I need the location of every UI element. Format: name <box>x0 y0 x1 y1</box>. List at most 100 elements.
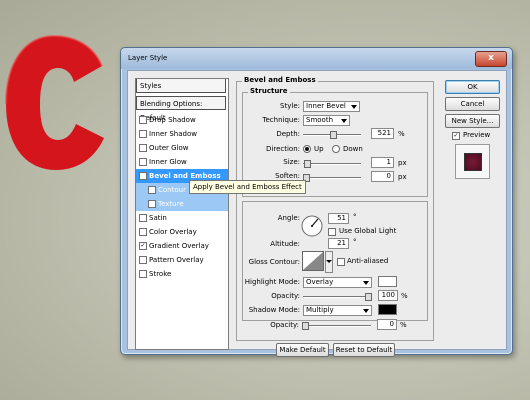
chevron-down-icon <box>351 105 357 109</box>
style-item-satin[interactable]: Satin <box>136 211 228 225</box>
antialiased-checkbox[interactable] <box>337 258 345 266</box>
direction-up-label: Up <box>314 145 324 153</box>
bevel-and-emboss-checkbox[interactable]: ✓ <box>139 172 147 180</box>
soften-input[interactable]: 0 <box>371 171 394 182</box>
highlight-opacity-thumb[interactable] <box>365 293 372 301</box>
highlight-opacity-slider[interactable] <box>303 293 372 301</box>
size-slider-thumb[interactable] <box>304 160 311 168</box>
preview-swatch <box>464 153 482 171</box>
new-style-button[interactable]: New Style... <box>445 114 500 128</box>
preview-thumbnail <box>455 144 490 179</box>
technique-value: Smooth <box>306 116 334 124</box>
shadow-mode-label: Shadow Mode: <box>248 306 300 314</box>
drop-shadow-checkbox[interactable] <box>139 116 147 124</box>
technique-select[interactable]: Smooth <box>303 115 350 126</box>
chevron-down-icon <box>326 260 332 263</box>
shadow-opacity-thumb[interactable] <box>302 322 309 330</box>
reset-to-default-button[interactable]: Reset to Default <box>333 343 395 357</box>
size-label: Size: <box>283 158 300 166</box>
style-item-gradient-overlay[interactable]: ✓ Gradient Overlay <box>136 239 228 253</box>
style-item-texture[interactable]: Texture <box>136 197 228 211</box>
shadow-mode-value: Multiply <box>306 306 334 314</box>
style-label: Style: <box>280 102 300 110</box>
altitude-label: Altitude: <box>270 240 300 248</box>
shadow-opacity-input[interactable]: 0 <box>377 319 397 330</box>
layer-style-dialog: Layer Style x Styles Blending Options: D… <box>120 47 513 357</box>
highlight-mode-select[interactable]: Overlay <box>303 277 372 288</box>
direction-up-radio[interactable] <box>303 145 311 153</box>
inner-shadow-label: Inner Shadow <box>149 130 197 138</box>
pattern-overlay-checkbox[interactable] <box>139 256 147 264</box>
inner-glow-checkbox[interactable] <box>139 158 147 166</box>
highlight-color-swatch[interactable] <box>378 276 397 287</box>
gradient-overlay-checkbox[interactable]: ✓ <box>139 242 147 250</box>
highlight-opacity-label: Opacity: <box>271 292 300 300</box>
size-slider[interactable] <box>303 160 361 168</box>
shadow-opacity-slider[interactable] <box>302 322 371 330</box>
ok-button[interactable]: OK <box>445 80 500 94</box>
color-overlay-checkbox[interactable] <box>139 228 147 236</box>
global-light-label: Use Global Light <box>339 227 397 235</box>
style-item-pattern-overlay[interactable]: Pattern Overlay <box>136 253 228 267</box>
style-item-stroke[interactable]: Stroke <box>136 267 228 281</box>
close-button[interactable]: x <box>475 51 507 67</box>
dialog-client: Styles Blending Options: Default Drop Sh… <box>127 70 507 357</box>
satin-label: Satin <box>149 214 167 222</box>
blending-options-item[interactable]: Blending Options: Default <box>136 96 226 122</box>
style-value: Inner Bevel <box>306 102 346 110</box>
stroke-checkbox[interactable] <box>139 270 147 278</box>
depth-slider-thumb[interactable] <box>330 131 337 139</box>
title-bar: Layer Style x <box>121 48 512 69</box>
depth-label: Depth: <box>276 130 300 138</box>
cancel-button[interactable]: Cancel <box>445 97 500 111</box>
highlight-opacity-input[interactable]: 100 <box>378 290 398 301</box>
highlight-mode-value: Overlay <box>306 278 334 286</box>
antialiased-label: Anti-aliased <box>347 257 389 265</box>
highlight-opacity-unit: % <box>401 292 408 300</box>
style-item-inner-shadow[interactable]: Inner Shadow <box>136 127 228 141</box>
depth-unit: % <box>398 130 405 138</box>
soften-slider[interactable] <box>303 174 361 182</box>
style-item-inner-glow[interactable]: Inner Glow <box>136 155 228 169</box>
depth-input[interactable]: 521 <box>371 128 394 139</box>
preview-checkbox[interactable]: ✓ <box>452 132 460 140</box>
altitude-input[interactable]: 21 <box>328 238 349 249</box>
direction-down-radio[interactable] <box>332 145 340 153</box>
inner-shadow-checkbox[interactable] <box>139 130 147 138</box>
gloss-contour-dropdown[interactable] <box>325 251 333 273</box>
style-item-color-overlay[interactable]: Color Overlay <box>136 225 228 239</box>
satin-checkbox[interactable] <box>139 214 147 222</box>
depth-slider[interactable] <box>303 131 361 139</box>
styles-list: Styles Blending Options: Default Drop Sh… <box>135 78 229 350</box>
style-item-outer-glow[interactable]: Outer Glow <box>136 141 228 155</box>
style-select[interactable]: Inner Bevel <box>303 101 360 112</box>
gloss-contour-label: Gloss Contour: <box>248 258 300 266</box>
size-input[interactable]: 1 <box>371 157 394 168</box>
angle-dial[interactable] <box>301 215 323 237</box>
shadow-color-swatch[interactable] <box>378 304 397 315</box>
chevron-down-icon <box>363 309 369 313</box>
contour-label: Contour <box>158 186 186 194</box>
style-item-drop-shadow[interactable]: Drop Shadow <box>136 113 228 127</box>
shading-group: Angle: 51 ° Use Global Light Altitude: 2… <box>242 201 428 321</box>
soften-unit: px <box>398 173 407 181</box>
shadow-mode-select[interactable]: Multiply <box>303 305 372 316</box>
texture-label: Texture <box>158 200 184 208</box>
shadow-opacity-unit: % <box>400 321 407 329</box>
make-default-button[interactable]: Make Default <box>276 343 329 357</box>
color-overlay-label: Color Overlay <box>149 228 197 236</box>
technique-label: Technique: <box>262 116 300 124</box>
outer-glow-label: Outer Glow <box>149 144 189 152</box>
styles-header[interactable]: Styles <box>136 79 226 93</box>
shadow-opacity-label: Opacity: <box>270 321 299 329</box>
outer-glow-checkbox[interactable] <box>139 144 147 152</box>
global-light-checkbox[interactable] <box>328 228 336 236</box>
size-unit: px <box>398 159 407 167</box>
angle-input[interactable]: 51 <box>328 213 349 224</box>
soften-label: Soften: <box>275 172 300 180</box>
chevron-down-icon <box>341 119 347 123</box>
contour-checkbox[interactable] <box>148 186 156 194</box>
texture-checkbox[interactable] <box>148 200 156 208</box>
gloss-contour-thumbnail[interactable] <box>302 251 324 271</box>
tooltip: Apply Bevel and Emboss Effect <box>189 180 306 194</box>
